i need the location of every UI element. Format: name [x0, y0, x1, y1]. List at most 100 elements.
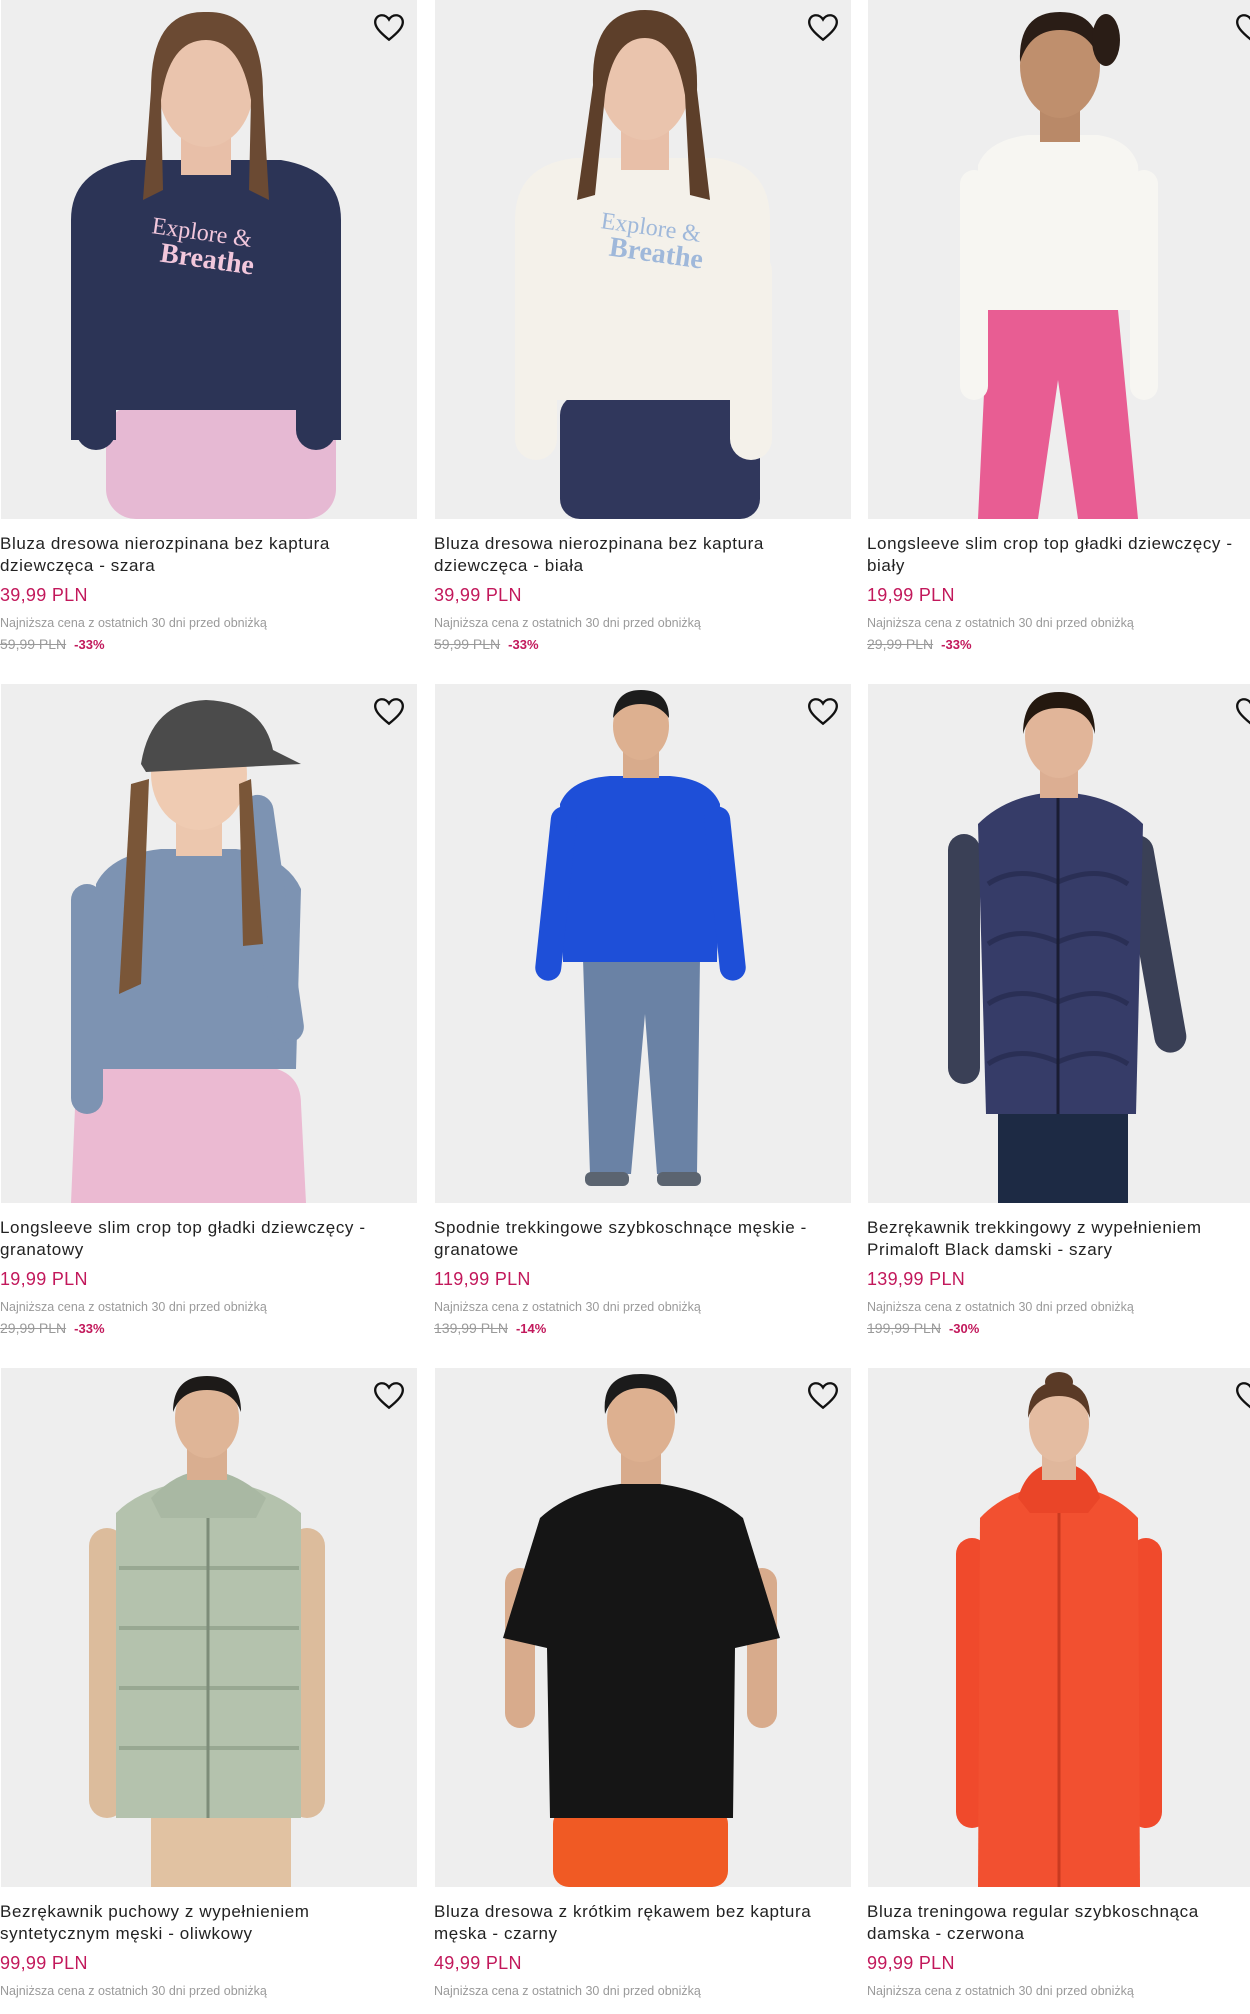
woman-quilted-vest-photo [868, 684, 1250, 1203]
old-price-row: 29,99 PLN -33% [0, 1319, 418, 1338]
heart-outline-icon [808, 698, 838, 726]
product-card[interactable]: Longsleeve slim crop top gładki dziewczę… [867, 0, 1250, 668]
lowest-price-label: Najniższa cena z ostatnich 30 dni przed … [867, 1300, 1134, 1314]
discount-badge: -33% [74, 637, 105, 652]
product-card[interactable]: Bezrękawnik puchowy z wypełnieniem synte… [0, 1368, 418, 2014]
product-price: 119,99 PLN [434, 1269, 531, 1289]
product-name-line2[interactable]: dziewczęca - szara [0, 555, 418, 577]
product-image[interactable]: Explore & Breathe [1, 0, 417, 519]
product-name-line2[interactable]: biały [867, 555, 1250, 577]
old-price: 199,99 PLN [867, 1320, 941, 1336]
product-name[interactable]: Bluza dresowa z krótkim rękawem bez kapt… [434, 1901, 852, 1923]
heart-outline-icon [1236, 14, 1250, 41]
product-card[interactable]: Explore & Breathe Bluza dresowa nierozpi… [434, 0, 852, 668]
wishlist-button[interactable] [803, 692, 843, 732]
wishlist-button[interactable] [803, 1376, 843, 1416]
product-image[interactable] [868, 0, 1250, 519]
discount-badge: -14% [515, 1321, 547, 1336]
woman-red-training-jacket-photo [868, 1368, 1250, 1887]
old-price: 59,99 PLN [0, 636, 67, 652]
heart-outline-icon [1236, 698, 1250, 725]
product-name[interactable]: Bluza treningowa regular szybkoschnąca [867, 1901, 1250, 1923]
product-card[interactable]: Bezrękawnik trekkingowy z wypełnieniem P… [867, 684, 1250, 1352]
lowest-price-label: Najniższa cena z ostatnich 30 dni przed … [0, 1984, 267, 1998]
product-name-line2[interactable]: syntetycznym męski - oliwkowy [0, 1923, 418, 1945]
lowest-price-label: Najniższa cena z ostatnich 30 dni przed … [0, 616, 267, 630]
old-price: 29,99 PLN [0, 1320, 67, 1336]
old-price-row: 29,99 PLN -33% [867, 635, 1250, 654]
product-name[interactable]: Spodnie trekkingowe szybkoschnące męskie… [434, 1217, 852, 1239]
old-price: 139,99 PLN [434, 1320, 508, 1336]
product-price: 19,99 PLN [0, 1269, 88, 1289]
wishlist-button[interactable] [1231, 1376, 1250, 1416]
lowest-price-label: Najniższa cena z ostatnich 30 dni przed … [867, 616, 1134, 630]
product-name-line2[interactable]: dziewczęca - biała [434, 555, 852, 577]
girl-navy-sweatshirt-photo: Explore & Breathe [1, 0, 417, 519]
old-price: 29,99 PLN [867, 636, 934, 652]
girl-white-longsleeve-photo [868, 0, 1250, 519]
man-olive-puffer-vest-photo [1, 1368, 417, 1887]
product-name[interactable]: Bezrękawnik trekkingowy z wypełnieniem [867, 1217, 1250, 1239]
product-info: Bluza treningowa regular szybkoschnąca d… [867, 1901, 1250, 1999]
product-name-line2[interactable]: damska - czerwona [867, 1923, 1250, 1945]
discount-badge: -30% [948, 1321, 980, 1336]
product-name[interactable]: Bluza dresowa nierozpinana bez kaptura [0, 533, 418, 555]
lowest-price-label: Najniższa cena z ostatnich 30 dni przed … [867, 1984, 1134, 1998]
product-name[interactable]: Longsleeve slim crop top gładki dziewczę… [867, 533, 1250, 555]
product-name[interactable]: Bluza dresowa nierozpinana bez kaptura [434, 533, 852, 555]
product-card[interactable]: Bluza treningowa regular szybkoschnąca d… [867, 1368, 1250, 2014]
lowest-price-label: Najniższa cena z ostatnich 30 dni przed … [434, 616, 701, 630]
heart-outline-icon [374, 1382, 404, 1410]
product-image[interactable] [868, 684, 1250, 1203]
heart-outline-icon [808, 14, 838, 42]
product-card[interactable]: Longsleeve slim crop top gładki dziewczę… [0, 684, 418, 1352]
old-price-row: 59,99 PLN -33% [0, 635, 418, 654]
wishlist-button[interactable] [369, 692, 409, 732]
product-card[interactable]: Explore & Breathe Bluza dresowa nierozpi… [0, 0, 418, 668]
product-info: Bezrękawnik puchowy z wypełnieniem synte… [0, 1901, 418, 1999]
product-name[interactable]: Bezrękawnik puchowy z wypełnieniem [0, 1901, 418, 1923]
product-card[interactable]: Spodnie trekkingowe szybkoschnące męskie… [434, 684, 852, 1352]
product-card[interactable]: Bluza dresowa z krótkim rękawem bez kapt… [434, 1368, 852, 2014]
product-price: 39,99 PLN [0, 585, 88, 605]
product-image[interactable] [1, 684, 417, 1203]
wishlist-button[interactable] [1231, 8, 1250, 48]
heart-outline-icon [374, 14, 404, 42]
product-info: Bezrękawnik trekkingowy z wypełnieniem P… [867, 1217, 1250, 1338]
product-image[interactable]: Explore & Breathe [435, 0, 851, 519]
heart-outline-icon [1236, 1382, 1250, 1409]
lowest-price-label: Najniższa cena z ostatnich 30 dni przed … [434, 1984, 701, 1998]
product-image[interactable] [435, 684, 851, 1203]
product-price: 39,99 PLN [434, 585, 522, 605]
lowest-price-label: Najniższa cena z ostatnich 30 dni przed … [434, 1300, 701, 1314]
product-grid: Explore & Breathe Bluza dresowa nierozpi… [0, 0, 1250, 2014]
product-info: Bluza dresowa nierozpinana bez kaptura d… [434, 533, 852, 654]
discount-badge: -33% [508, 637, 539, 652]
discount-badge: -33% [941, 637, 972, 652]
wishlist-button[interactable] [803, 8, 843, 48]
product-price: 19,99 PLN [867, 585, 955, 605]
product-image[interactable] [868, 1368, 1250, 1887]
product-name-line2[interactable]: męska - czarny [434, 1923, 852, 1945]
man-trekking-trousers-photo [435, 684, 851, 1203]
product-name[interactable]: Longsleeve slim crop top gładki dziewczę… [0, 1217, 418, 1239]
girl-white-sweatshirt-photo: Explore & Breathe [435, 0, 851, 519]
product-price: 99,99 PLN [0, 1953, 88, 1973]
wishlist-button[interactable] [1231, 692, 1250, 732]
product-name-line2[interactable]: Primaloft Black damski - szary [867, 1239, 1250, 1261]
product-price: 49,99 PLN [434, 1953, 522, 1973]
product-info: Longsleeve slim crop top gładki dziewczę… [0, 1217, 418, 1338]
product-name-line2[interactable]: granatowy [0, 1239, 418, 1261]
man-black-tshirt-photo [435, 1368, 851, 1887]
old-price-row: 199,99 PLN -30% [867, 1319, 1250, 1338]
product-image[interactable] [1, 1368, 417, 1887]
wishlist-button[interactable] [369, 8, 409, 48]
product-price: 139,99 PLN [867, 1269, 966, 1289]
product-info: Bluza dresowa z krótkim rękawem bez kapt… [434, 1901, 852, 1999]
product-image[interactable] [435, 1368, 851, 1887]
product-price: 99,99 PLN [867, 1953, 955, 1973]
product-info: Spodnie trekkingowe szybkoschnące męskie… [434, 1217, 852, 1338]
wishlist-button[interactable] [369, 1376, 409, 1416]
product-name-line2[interactable]: granatowe [434, 1239, 852, 1261]
discount-badge: -33% [74, 1321, 105, 1336]
